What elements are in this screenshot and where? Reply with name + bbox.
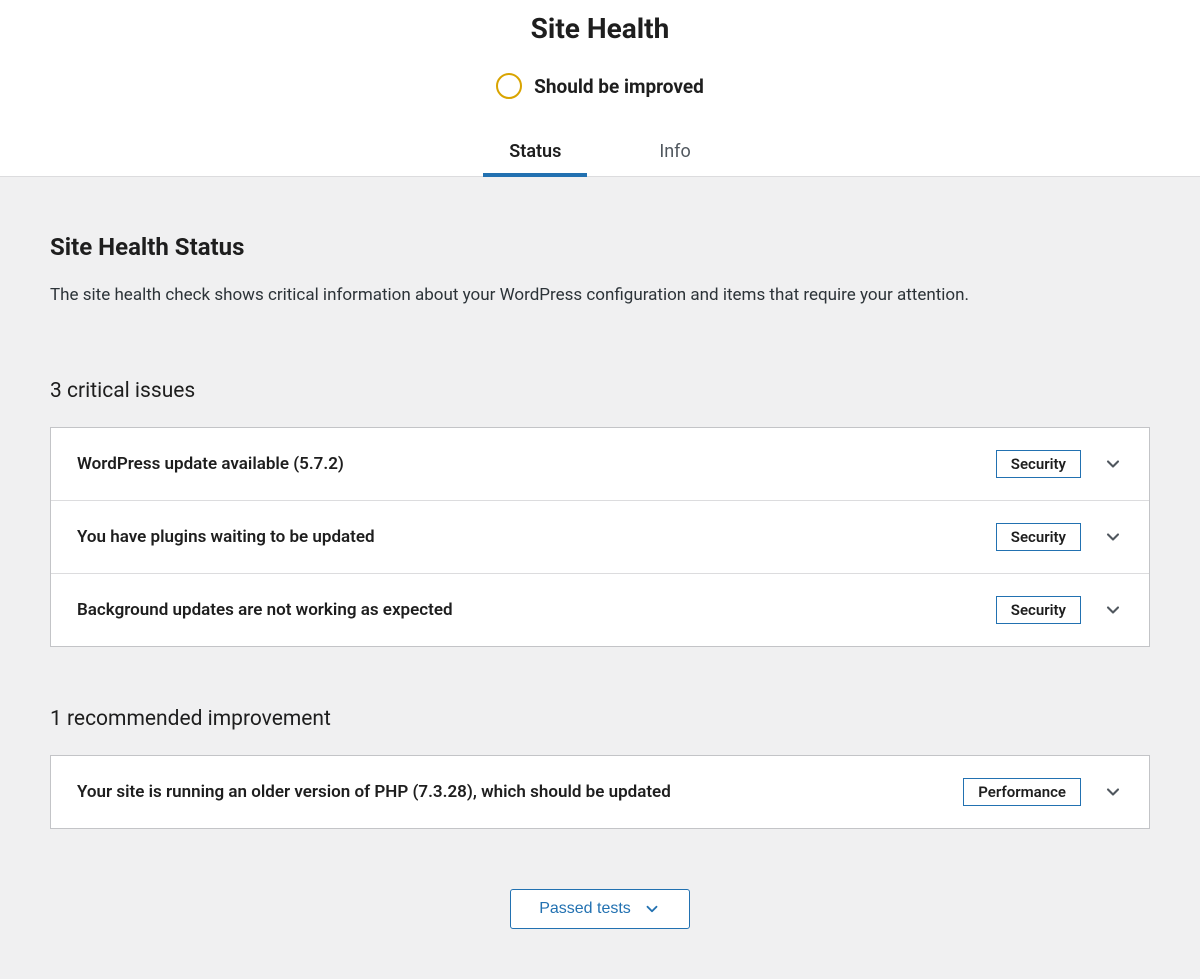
issue-badge: Security xyxy=(996,596,1081,624)
passed-tests-wrap: Passed tests xyxy=(50,889,1150,929)
recommended-heading: 1 recommended improvement xyxy=(50,707,1150,731)
passed-tests-button[interactable]: Passed tests xyxy=(510,889,690,929)
issue-row[interactable]: Background updates are not working as ex… xyxy=(51,574,1149,646)
chevron-down-icon xyxy=(1103,782,1123,802)
issue-badge: Security xyxy=(996,450,1081,478)
issue-title: Your site is running an older version of… xyxy=(77,782,963,802)
chevron-down-icon xyxy=(1103,527,1123,547)
status-indicator-icon xyxy=(496,73,522,99)
chevron-down-icon xyxy=(643,900,661,918)
critical-issues-heading: 3 critical issues xyxy=(50,379,1150,403)
section-description: The site health check shows critical inf… xyxy=(50,283,1150,309)
health-status-summary: Should be improved xyxy=(0,73,1200,99)
issue-row[interactable]: WordPress update available (5.7.2) Secur… xyxy=(51,428,1149,501)
tab-info[interactable]: Info xyxy=(655,133,694,176)
chevron-down-icon xyxy=(1103,600,1123,620)
recommended-list: Your site is running an older version of… xyxy=(50,755,1150,829)
tabs: Status Info xyxy=(0,133,1200,176)
site-health-header: Site Health Should be improved Status In… xyxy=(0,0,1200,177)
page-title: Site Health xyxy=(0,12,1200,45)
content-area: Site Health Status The site health check… xyxy=(0,177,1200,979)
status-text: Should be improved xyxy=(534,75,704,98)
issue-title: Background updates are not working as ex… xyxy=(77,600,996,620)
issue-badge: Security xyxy=(996,523,1081,551)
chevron-down-icon xyxy=(1103,454,1123,474)
issue-title: WordPress update available (5.7.2) xyxy=(77,454,996,474)
issue-badge: Performance xyxy=(963,778,1081,806)
issue-row[interactable]: You have plugins waiting to be updated S… xyxy=(51,501,1149,574)
section-title: Site Health Status xyxy=(50,233,1150,261)
critical-issues-list: WordPress update available (5.7.2) Secur… xyxy=(50,427,1150,647)
issue-row[interactable]: Your site is running an older version of… xyxy=(51,756,1149,828)
issue-title: You have plugins waiting to be updated xyxy=(77,527,996,547)
tab-status[interactable]: Status xyxy=(505,133,565,176)
passed-tests-label: Passed tests xyxy=(539,900,631,918)
